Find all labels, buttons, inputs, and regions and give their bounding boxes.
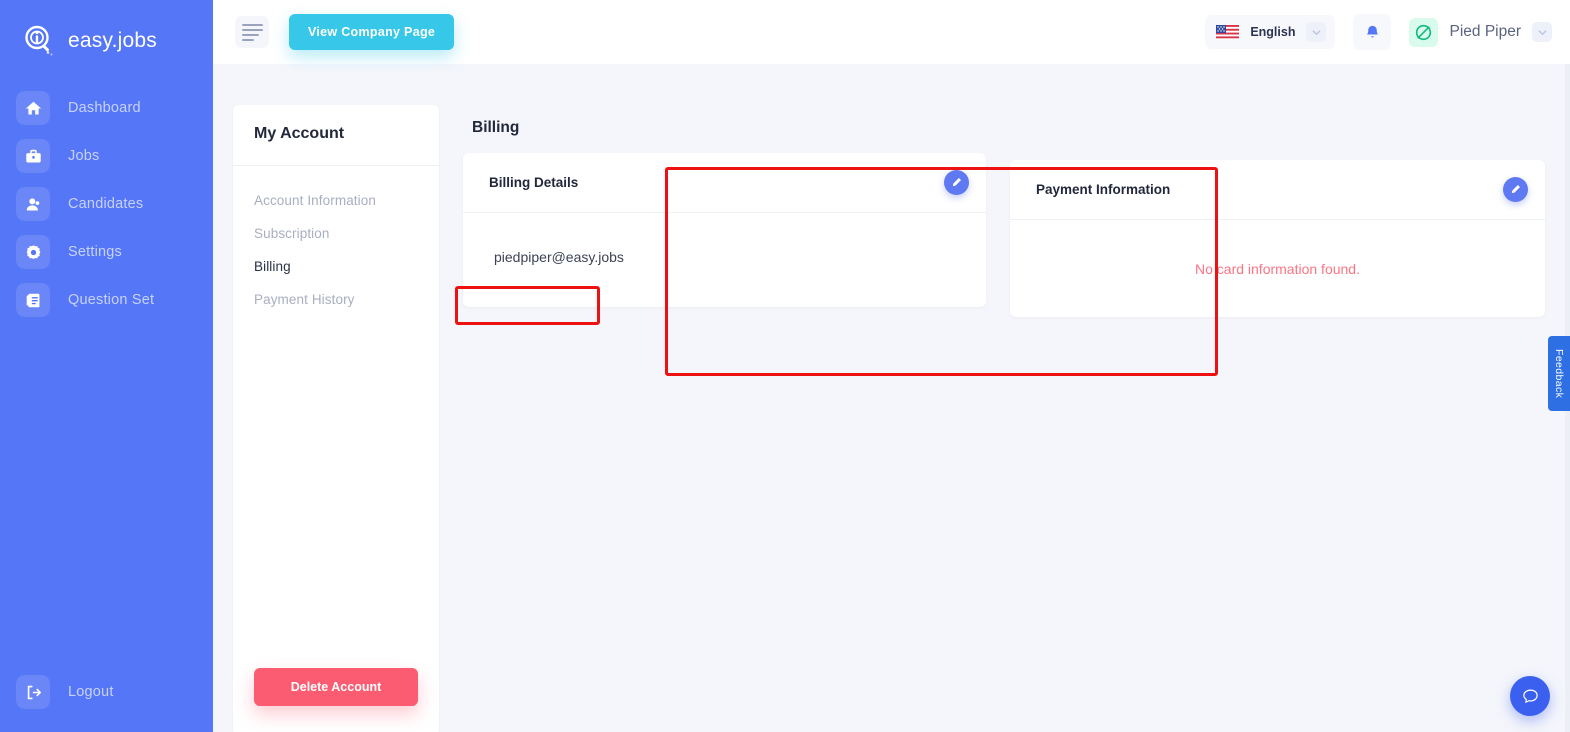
billing-details-header: Billing Details	[463, 153, 986, 213]
view-company-page-button[interactable]: View Company Page	[289, 14, 454, 50]
chevron-down-icon[interactable]	[1532, 22, 1552, 42]
app-root: easy.jobs Dashboard Jobs	[0, 0, 1570, 732]
sidebar-item-payment-history[interactable]: Payment History	[233, 283, 439, 316]
user-icon	[16, 187, 50, 221]
profile-name: Pied Piper	[1449, 23, 1521, 41]
payment-information-body: No card information found.	[1010, 220, 1545, 317]
sidebar-item-label: Settings	[68, 244, 122, 260]
sidebar-item-jobs[interactable]: Jobs	[0, 132, 213, 180]
main-area: View Company Page	[213, 0, 1570, 732]
sidebar-nav: Dashboard Jobs	[0, 84, 213, 324]
edit-payment-information-button[interactable]	[1503, 177, 1528, 202]
hamburger-icon[interactable]	[235, 16, 269, 48]
topbar-right: English	[1205, 14, 1552, 50]
chat-bubble-icon	[1522, 688, 1539, 705]
content-area: My Account Account Information Subscript…	[213, 64, 1570, 732]
logout-label: Logout	[68, 684, 114, 700]
billing-section: Billing Billing Details p	[451, 105, 998, 732]
pencil-icon	[951, 177, 962, 188]
gear-icon	[16, 235, 50, 269]
billing-heading: Billing	[472, 119, 986, 137]
sidebar-item-label: Candidates	[68, 196, 143, 212]
chat-button[interactable]	[1510, 676, 1550, 716]
payment-information-header: Payment Information	[1010, 160, 1545, 220]
magnifier-i-logo-icon	[22, 23, 58, 59]
feedback-tab[interactable]: Feedback	[1548, 336, 1570, 411]
bell-icon	[1364, 24, 1381, 41]
pied-piper-logo-icon	[1409, 18, 1438, 47]
billing-email: piedpiper@easy.jobs	[494, 249, 624, 265]
profile-menu[interactable]: Pied Piper	[1409, 18, 1552, 47]
payment-information-section: Payment Information No card information …	[1010, 105, 1545, 732]
sidebar-item-label: Jobs	[68, 148, 99, 164]
page-title: My Account	[233, 105, 439, 143]
sidebar-item-subscription[interactable]: Subscription	[233, 217, 439, 250]
account-nav: Account Information Subscription Billing…	[233, 166, 439, 316]
billing-details-card: Billing Details piedpiper@easy.jobs	[463, 153, 986, 307]
sidebar-item-settings[interactable]: Settings	[0, 228, 213, 276]
hamburger-line	[242, 29, 263, 31]
sidebar-item-candidates[interactable]: Candidates	[0, 180, 213, 228]
sidebar-item-question-set[interactable]: Question Set	[0, 276, 213, 324]
hamburger-line	[242, 24, 263, 26]
my-account-card: My Account Account Information Subscript…	[233, 105, 439, 732]
pencil-icon	[1510, 184, 1521, 195]
home-icon	[16, 91, 50, 125]
sidebar: easy.jobs Dashboard Jobs	[0, 0, 213, 732]
notifications-button[interactable]	[1353, 14, 1391, 50]
language-label: English	[1250, 25, 1295, 39]
logout-row[interactable]: Logout	[0, 668, 213, 716]
chevron-down-icon[interactable]	[1306, 22, 1326, 42]
briefcase-icon	[16, 139, 50, 173]
hamburger-line	[242, 39, 254, 41]
no-card-message: No card information found.	[1195, 261, 1360, 277]
feedback-label: Feedback	[1553, 349, 1565, 398]
logout-icon	[16, 675, 50, 709]
billing-details-title: Billing Details	[489, 175, 578, 190]
payment-information-title: Payment Information	[1036, 182, 1170, 197]
hamburger-line	[242, 34, 259, 36]
brand[interactable]: easy.jobs	[0, 0, 213, 64]
delete-account-button[interactable]: Delete Account	[254, 668, 418, 706]
payment-information-card: Payment Information No card information …	[1010, 160, 1545, 317]
billing-details-body: piedpiper@easy.jobs	[463, 213, 986, 307]
edit-billing-details-button[interactable]	[944, 170, 969, 195]
document-list-icon	[16, 283, 50, 317]
language-selector[interactable]: English	[1205, 15, 1335, 49]
sidebar-item-label: Question Set	[68, 292, 154, 308]
logout-button[interactable]: Logout	[0, 668, 213, 716]
delete-account-wrap: Delete Account	[233, 668, 439, 706]
brand-name: easy.jobs	[68, 29, 157, 53]
sidebar-item-account-information[interactable]: Account Information	[233, 184, 439, 217]
sidebar-item-billing[interactable]: Billing	[233, 250, 439, 283]
sidebar-item-dashboard[interactable]: Dashboard	[0, 84, 213, 132]
topbar: View Company Page	[213, 0, 1570, 64]
us-flag-icon	[1216, 25, 1239, 40]
sidebar-item-label: Dashboard	[68, 100, 141, 116]
